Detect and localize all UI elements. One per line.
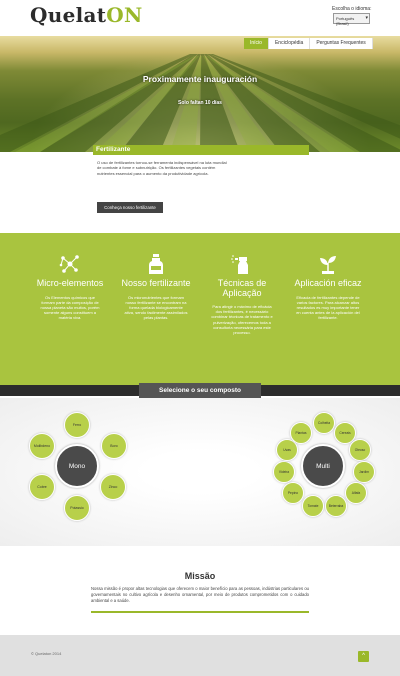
compound-oleoso[interactable]: Oleoso bbox=[349, 439, 371, 461]
feature-text: Para atingir o máximo de eficácia dos fe… bbox=[211, 304, 273, 336]
feature-title: Nosso fertilizante bbox=[121, 278, 191, 288]
feature-tecnicas: Técnicas de Aplicação Para atingir o máx… bbox=[202, 233, 282, 335]
compound-plantas[interactable]: Plantas bbox=[290, 422, 312, 444]
main-nav: Início Enciclopédia Perguntas Frequentes bbox=[244, 38, 373, 49]
language-select[interactable]: Português (Brasil) ▾ bbox=[333, 13, 370, 26]
chevron-up-icon: ^ bbox=[362, 653, 365, 659]
header: QuelatON Escolha o idioma: Português (Br… bbox=[0, 0, 400, 36]
feature-title: Técnicas de Aplicação bbox=[217, 278, 267, 298]
mission-section: Missão Nossa missão é propor altas tecno… bbox=[0, 546, 400, 635]
compound-pepino[interactable]: Pepino bbox=[282, 482, 304, 504]
feature-text: Os Elementos químicos que formam parte d… bbox=[40, 294, 100, 321]
feature-text: Eficacia de fertilizantes depende de var… bbox=[296, 294, 360, 321]
fertilizante-button[interactable]: Conheça nosso fertilizante bbox=[97, 202, 163, 213]
compound-boro[interactable]: Boro bbox=[101, 433, 127, 459]
compound-potassio[interactable]: Potassio bbox=[64, 495, 90, 521]
chevron-down-icon: ▾ bbox=[365, 15, 368, 21]
compound-tomate[interactable]: Tomate bbox=[302, 495, 324, 517]
nav-item-inicio[interactable]: Início bbox=[244, 38, 269, 49]
mission-text: Nossa missão é propor altas tecnologias … bbox=[91, 586, 309, 603]
fertilizante-title: Fertilizante bbox=[96, 146, 131, 153]
nav-item-faq[interactable]: Perguntas Frequentes bbox=[310, 38, 373, 49]
crop-field-image bbox=[0, 54, 400, 152]
plant-icon bbox=[320, 256, 336, 274]
back-to-top-button[interactable]: ^ bbox=[358, 651, 369, 662]
language-label: Escolha o idioma: bbox=[332, 6, 372, 12]
hero-title: Proximamente inauguración bbox=[142, 74, 258, 84]
feature-text: Os micronutrientes que formam nosso fert… bbox=[124, 294, 188, 321]
compound-colheita[interactable]: Colheita bbox=[313, 412, 335, 434]
mission-underline bbox=[91, 611, 309, 613]
hero-banner: Início Enciclopédia Perguntas Frequentes… bbox=[0, 36, 400, 152]
copyright: © Quelaton 2014 bbox=[31, 651, 62, 656]
compound-jardim[interactable]: Jardim bbox=[353, 461, 375, 483]
compound-cobre[interactable]: Cobre bbox=[29, 474, 55, 500]
feature-title: Micro-elementos bbox=[36, 278, 104, 288]
compound-videira[interactable]: Videira bbox=[273, 461, 295, 483]
mono-button[interactable]: Mono bbox=[55, 444, 99, 488]
fertilizante-text: O uso de fertilizantes tornou-se ferrame… bbox=[97, 160, 227, 176]
multi-button[interactable]: Multi bbox=[301, 444, 345, 488]
logo-suffix: ON bbox=[106, 3, 143, 27]
features-section: Micro-elementos Os Elementos químicos qu… bbox=[0, 233, 400, 385]
compound-ferro[interactable]: Ferro bbox=[64, 412, 90, 438]
compound-alfafa[interactable]: Alfafa bbox=[345, 482, 367, 504]
feature-nosso-fertilizante: Nosso fertilizante Os micronutrientes qu… bbox=[116, 233, 196, 321]
compounds-section: Mono Ferro Boro Zinco Potassio Cobre Mol… bbox=[0, 398, 400, 546]
compound-molibdeno[interactable]: Molibdeno bbox=[29, 433, 55, 459]
feature-title: Aplicación eficaz bbox=[294, 278, 362, 288]
bottle-icon bbox=[149, 254, 163, 274]
footer: © Quelaton 2014 ^ bbox=[0, 635, 400, 676]
page: QuelatON Escolha o idioma: Português (Br… bbox=[0, 0, 400, 676]
logo-prefix: Quelat bbox=[30, 3, 107, 27]
molecule-icon bbox=[59, 255, 79, 273]
fertilizante-header: Fertilizante bbox=[93, 145, 309, 155]
compound-beterraba[interactable]: Beterraba bbox=[325, 495, 347, 517]
language-selected: Português (Brasil) bbox=[336, 16, 355, 26]
logo[interactable]: QuelatON bbox=[30, 3, 143, 27]
feature-aplicacion: Aplicación eficaz Eficacia de fertilizan… bbox=[288, 233, 368, 321]
mission-title: Missão bbox=[184, 571, 216, 581]
feature-microelementos: Micro-elementos Os Elementos químicos qu… bbox=[30, 233, 110, 321]
spray-icon bbox=[231, 255, 248, 274]
nav-item-enciclopedia[interactable]: Enciclopédia bbox=[268, 38, 311, 49]
compound-zinco[interactable]: Zinco bbox=[100, 474, 126, 500]
compose-title: Selecione o seu composto bbox=[139, 383, 261, 398]
hero-subtitle: Solo faltan 10 días bbox=[178, 100, 222, 106]
